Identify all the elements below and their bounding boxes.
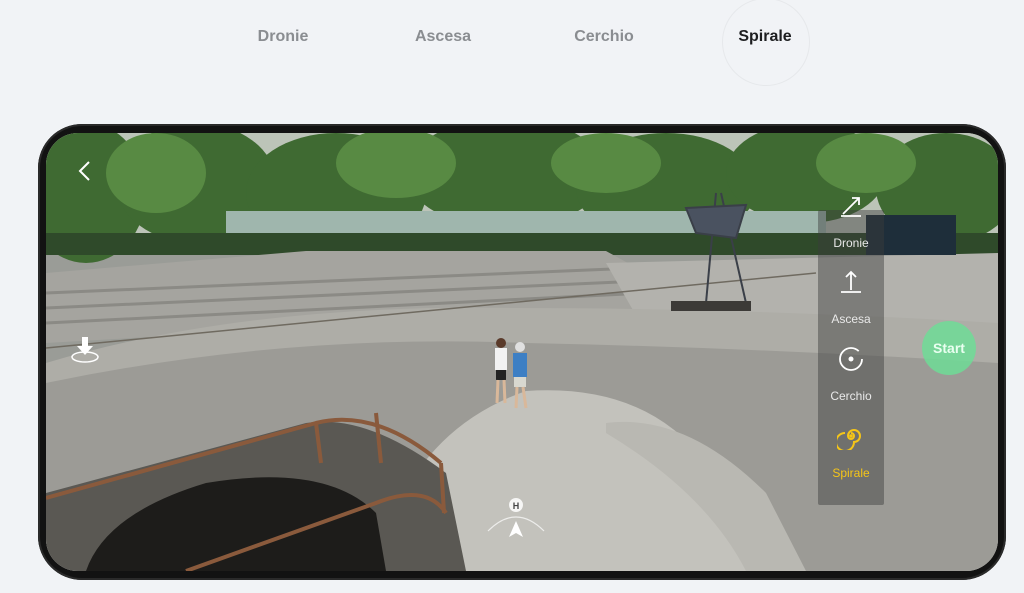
tab-cerchio[interactable]: Cerchio (574, 28, 634, 46)
spiral-icon (837, 429, 861, 450)
download-icon[interactable] (68, 333, 102, 365)
mode-spirale[interactable]: Spirale (818, 412, 884, 484)
tab-dronie[interactable]: Dronie (258, 28, 309, 46)
ascend-icon (841, 270, 861, 293)
mode-label: Spirale (832, 466, 870, 480)
home-point-label: H (513, 501, 520, 511)
mode-label: Cerchio (830, 389, 872, 403)
mode-tab-bar: Dronie Ascesa Cerchio Spirale (0, 0, 1024, 86)
dronie-icon (841, 197, 861, 217)
tab-spirale[interactable]: Spirale (738, 28, 791, 46)
mode-cerchio[interactable]: Cerchio (818, 335, 884, 407)
start-button[interactable]: Start (922, 321, 976, 375)
mode-label: Ascesa (831, 312, 871, 326)
camera-view: Dronie Ascesa Cerchio Spirale Start H (46, 133, 998, 571)
mode-ascesa[interactable]: Ascesa (818, 258, 884, 330)
tab-ascesa[interactable]: Ascesa (415, 28, 471, 46)
circle-orbit-icon (839, 347, 863, 371)
flight-mode-panel: Dronie Ascesa Cerchio Spirale (818, 197, 884, 505)
compass-icon: H (487, 498, 545, 537)
back-arrow-icon[interactable] (74, 159, 98, 183)
mode-label: Dronie (833, 236, 869, 250)
mode-dronie[interactable]: Dronie (818, 182, 884, 254)
